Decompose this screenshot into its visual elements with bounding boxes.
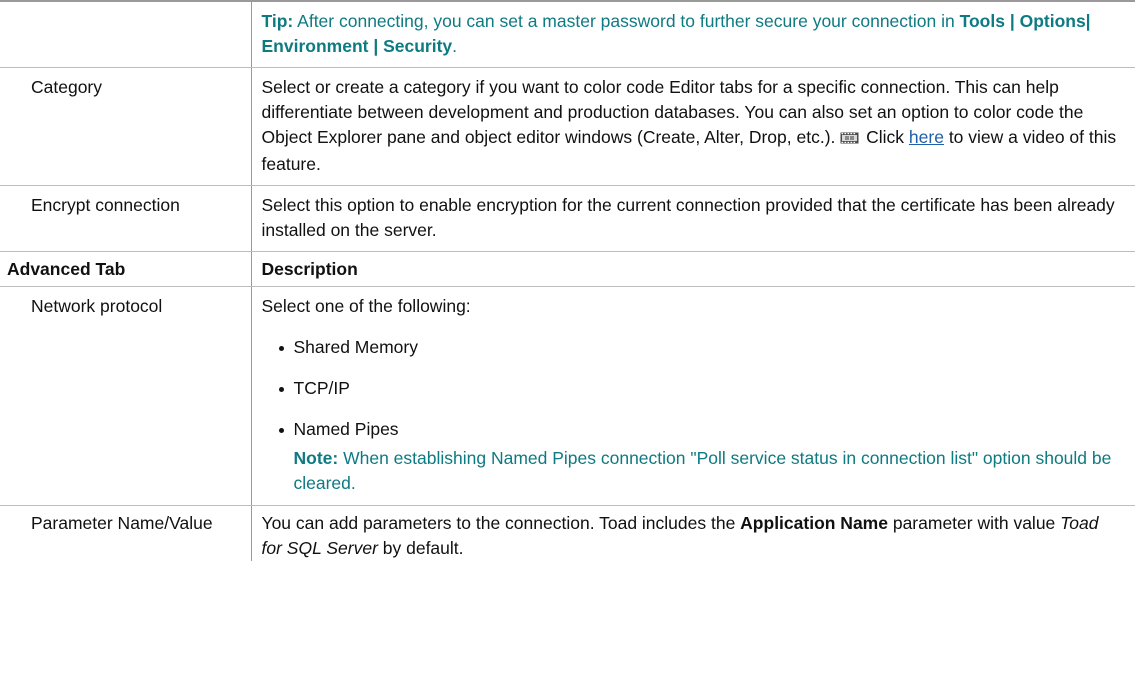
film-icon[interactable] bbox=[840, 127, 859, 152]
bullet-icon bbox=[278, 428, 284, 433]
parameter-row: Parameter Name/Value You can add paramet… bbox=[0, 505, 1135, 562]
parameter-text: You can add parameters to the connection… bbox=[261, 513, 741, 533]
bullet-icon bbox=[278, 346, 284, 351]
tip-text-end: . bbox=[452, 36, 458, 56]
connection-options-table: Tip: After connecting, you can set a mas… bbox=[0, 0, 1135, 561]
application-name-term: Application Name bbox=[740, 513, 888, 533]
description-heading: Description bbox=[251, 251, 1135, 287]
tip-row-label-cell bbox=[0, 0, 252, 68]
note-text: When establishing Named Pipes connection… bbox=[293, 448, 1112, 493]
advanced-tab-heading: Advanced Tab bbox=[0, 251, 252, 287]
protocol-option: Shared Memory bbox=[293, 337, 419, 357]
list-item: TCP/IP bbox=[262, 376, 1122, 401]
category-click-text: Click bbox=[861, 127, 909, 147]
tip-text: After connecting, you can set a master p… bbox=[293, 11, 960, 31]
video-link[interactable]: here bbox=[909, 127, 944, 147]
advanced-header-row: Advanced Tab Description bbox=[0, 251, 1135, 287]
parameter-text-end: by default. bbox=[377, 538, 464, 558]
network-protocol-row: Network protocol Select one of the follo… bbox=[0, 286, 1135, 506]
tip-label: Tip: bbox=[261, 11, 294, 31]
parameter-description: You can add parameters to the connection… bbox=[251, 506, 1135, 562]
protocol-list: Shared Memory TCP/IP Named Pipes bbox=[262, 335, 1122, 442]
note-label: Note: bbox=[293, 448, 339, 468]
encrypt-row: Encrypt connection Select this option to… bbox=[0, 185, 1135, 252]
encrypt-label: Encrypt connection bbox=[0, 185, 252, 252]
encrypt-description: Select this option to enable encryption … bbox=[251, 185, 1135, 252]
category-row: Category Select or create a category if … bbox=[0, 67, 1135, 186]
network-protocol-description: Select one of the following: Shared Memo… bbox=[251, 286, 1135, 506]
protocol-option: TCP/IP bbox=[293, 378, 350, 398]
bullet-icon bbox=[278, 387, 284, 392]
list-item: Shared Memory bbox=[262, 335, 1122, 360]
category-label: Category bbox=[0, 67, 252, 186]
category-description: Select or create a category if you want … bbox=[251, 67, 1135, 186]
list-item: Named Pipes bbox=[262, 417, 1122, 442]
parameter-text-middle: parameter with value bbox=[887, 513, 1061, 533]
network-protocol-label: Network protocol bbox=[0, 286, 252, 506]
parameter-label: Parameter Name/Value bbox=[0, 505, 252, 561]
network-intro: Select one of the following: bbox=[261, 296, 471, 316]
named-pipes-note: Note: When establishing Named Pipes conn… bbox=[294, 446, 1122, 496]
tip-row: Tip: After connecting, you can set a mas… bbox=[0, 0, 1135, 68]
tip-note: Tip: After connecting, you can set a mas… bbox=[262, 9, 1122, 59]
protocol-option: Named Pipes bbox=[293, 419, 399, 439]
tip-row-desc-cell: Tip: After connecting, you can set a mas… bbox=[251, 0, 1135, 68]
